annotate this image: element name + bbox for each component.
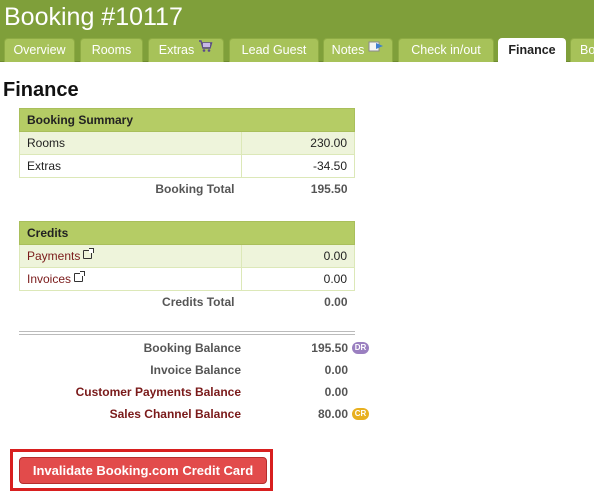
tab-partial[interactable]: Bo	[570, 38, 594, 62]
invalidate-credit-card-button[interactable]: Invalidate Booking.com Credit Card	[19, 457, 267, 484]
booking-summary-heading: Booking Summary	[19, 108, 355, 132]
customer-payments-balance-label: Customer Payments Balance	[75, 385, 241, 399]
tab-rooms[interactable]: Rooms	[80, 38, 143, 62]
tab-label: Extras	[158, 43, 195, 57]
booking-summary-table: Booking Summary Rooms 230.00 Extras -34.…	[19, 108, 355, 201]
section-title: Finance	[3, 79, 79, 101]
invoices-link[interactable]: Invoices	[27, 272, 71, 286]
notes-arrow-icon	[368, 38, 384, 60]
booking-balance-row: Booking Balance 195.50 DR	[19, 337, 379, 359]
table-row: Invoices 0.00	[19, 267, 355, 291]
row-value: -34.50	[241, 154, 355, 178]
booking-total-label: Booking Total	[155, 182, 235, 197]
invoice-balance-value: 0.00	[324, 363, 348, 377]
balances-section: Booking Balance 195.50 DR Invoice Balanc…	[19, 337, 379, 425]
credits-total-value: 0.00	[324, 295, 348, 310]
table-row: Extras -34.50	[19, 154, 355, 178]
tab-label: Check in/out	[411, 43, 481, 57]
credit-badge: CR	[352, 408, 369, 420]
tab-label: Bo	[580, 43, 594, 57]
table-row: Payments 0.00	[19, 244, 355, 268]
tab-label: Rooms	[91, 43, 132, 57]
row-value: 0.00	[241, 244, 355, 268]
tab-label: Lead Guest	[241, 43, 307, 57]
tab-lead-guest[interactable]: Lead Guest	[229, 38, 319, 62]
invoice-balance-label: Invoice Balance	[150, 363, 241, 377]
customer-payments-balance-value: 0.00	[324, 385, 348, 399]
credits-total-row: Credits Total 0.00	[20, 291, 355, 314]
booking-balance-label: Booking Balance	[143, 341, 241, 355]
booking-total-row: Booking Total 195.50	[20, 178, 355, 201]
row-label: Rooms	[19, 131, 242, 155]
sales-channel-balance-value: 80.00	[317, 407, 348, 421]
sales-channel-balance-row: Sales Channel Balance 80.00 CR	[19, 403, 379, 425]
row-value: 230.00	[241, 131, 355, 155]
credits-table: Credits Payments 0.00 Invoices 0.00 Cred…	[19, 221, 355, 314]
payments-link[interactable]: Payments	[27, 249, 80, 263]
external-link-icon[interactable]	[83, 248, 95, 259]
invoice-balance-row: Invoice Balance 0.00	[19, 359, 379, 381]
tab-check-in-out[interactable]: Check in/out	[398, 38, 494, 62]
divider	[19, 331, 355, 335]
tab-finance[interactable]: Finance	[498, 38, 566, 63]
tab-label: Notes	[331, 43, 365, 57]
booking-header: Booking #10117	[0, 0, 594, 38]
debit-badge: DR	[352, 342, 369, 354]
table-row: Rooms 230.00	[19, 131, 355, 155]
sales-channel-balance-label: Sales Channel Balance	[109, 407, 241, 421]
tab-notes[interactable]: Notes	[323, 38, 393, 62]
tab-bar: Overview Rooms Extras Lead Guest Notes C…	[0, 38, 594, 63]
tab-label: Finance	[508, 43, 556, 57]
tab-overview[interactable]: Overview	[4, 38, 75, 62]
booking-balance-value: 195.50	[311, 341, 348, 355]
page-title: Booking #10117	[4, 3, 183, 31]
tab-extras[interactable]: Extras	[148, 38, 224, 62]
credits-total-label: Credits Total	[162, 295, 235, 310]
row-label: Extras	[19, 154, 242, 178]
customer-payments-balance-row: Customer Payments Balance 0.00	[19, 381, 379, 403]
row-value: 0.00	[241, 267, 355, 291]
external-link-icon[interactable]	[74, 271, 86, 282]
cart-icon	[198, 38, 213, 60]
credits-heading: Credits	[19, 221, 355, 245]
tab-label: Overview	[13, 43, 66, 57]
booking-total-value: 195.50	[310, 182, 348, 197]
